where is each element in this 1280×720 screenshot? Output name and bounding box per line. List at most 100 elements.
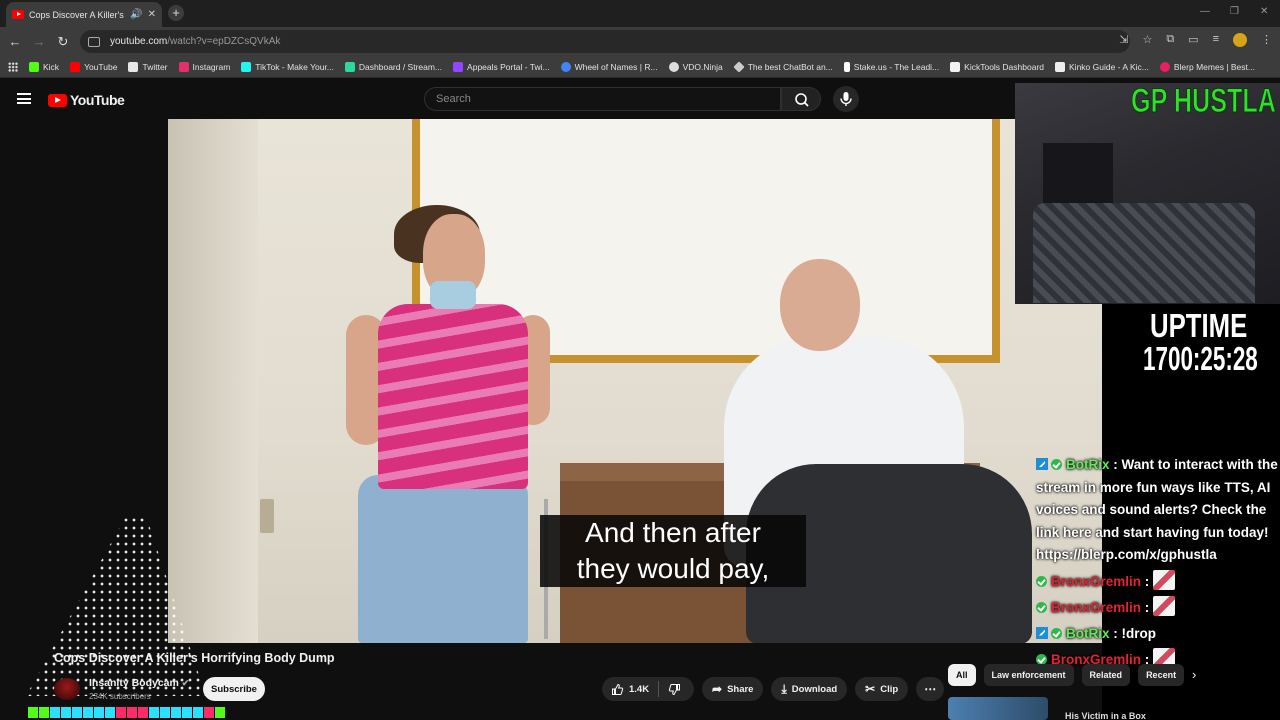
dashboard-icon <box>344 61 355 72</box>
bookmark-kick[interactable]: Kick <box>29 61 60 72</box>
url-path: /watch?v=epDZCsQVkAk <box>167 36 281 47</box>
video-player[interactable]: And then after they would pay, <box>168 119 1102 643</box>
strip-square <box>94 707 104 718</box>
chip-related[interactable]: Related <box>1081 664 1131 686</box>
verified-badge-icon <box>1036 602 1047 613</box>
bookmark-kicktools[interactable]: KickTools Dashboard <box>950 61 1045 72</box>
bookmarks-bar: Kick YouTube Twitter Instagram TikTok - … <box>0 56 1280 78</box>
voice-search-button[interactable] <box>833 86 859 112</box>
video-caption: And then after they would pay, <box>540 515 806 587</box>
media-controls-icon[interactable]: ≡ <box>1213 33 1219 47</box>
caption-line: they would pay, <box>576 553 770 584</box>
strip-square <box>50 707 60 718</box>
bookmark-youtube[interactable]: YouTube <box>70 61 117 72</box>
strip-square <box>138 707 148 718</box>
bookmark-label: Kick <box>43 61 60 72</box>
strip-square <box>204 707 214 718</box>
like-button[interactable]: 1.4K <box>602 677 658 701</box>
x-icon <box>128 61 139 72</box>
apps-grid-icon[interactable] <box>8 61 18 72</box>
bookmark-blerp[interactable]: Blerp Memes | Best... <box>1159 61 1255 72</box>
download-icon: ⤓ <box>781 681 787 696</box>
bookmark-twitter[interactable]: Twitter <box>128 61 168 72</box>
tiktok-icon <box>241 61 252 72</box>
related-filter-chips: All Law enforcement Related Recent <box>948 664 1185 686</box>
related-video-title[interactable]: His Victim in a Box <box>1065 711 1146 720</box>
maximize-icon[interactable]: ❐ <box>1230 6 1239 17</box>
bot-badge-icon <box>1036 458 1048 470</box>
webcam-scene-bed <box>1033 203 1255 303</box>
strip-square <box>215 707 225 718</box>
bookmark-instagram[interactable]: Instagram <box>178 61 230 72</box>
strip-square <box>182 707 192 718</box>
reload-icon[interactable]: ↻ <box>51 34 75 50</box>
strip-square <box>149 707 159 718</box>
bookmark-tiktok[interactable]: TikTok - Make Your... <box>241 61 334 72</box>
bookmark-label: VDO.Ninja <box>682 61 723 72</box>
chrome-menu-icon[interactable]: ⋮ <box>1261 33 1272 47</box>
related-video-thumbnail[interactable] <box>948 697 1048 720</box>
bookmark-stake[interactable]: Stake.us - The Leadi... <box>843 61 939 72</box>
new-tab-button[interactable]: + <box>168 5 184 21</box>
strip-square <box>105 707 115 718</box>
youtube-masthead: YouTube Search <box>0 79 1015 119</box>
vdo-ninja-icon <box>668 61 679 72</box>
install-app-icon[interactable]: ⇲ <box>1119 33 1128 47</box>
chevron-right-icon[interactable]: › <box>1192 667 1196 682</box>
bookmark-appeals[interactable]: Appeals Portal - Twi... <box>453 61 550 72</box>
search-button[interactable] <box>781 87 821 111</box>
guide-menu-icon[interactable] <box>17 93 31 104</box>
channel-avatar[interactable] <box>54 678 80 700</box>
bookmark-chatbot[interactable]: The best ChatBot an... <box>733 60 833 73</box>
minimize-icon[interactable]: — <box>1200 6 1210 17</box>
browser-tab-active[interactable]: Cops Discover A Killer's Horrifying Body… <box>6 2 162 27</box>
subscribe-button[interactable]: Subscribe <box>203 677 265 701</box>
more-actions-button[interactable]: ⋯ <box>916 677 945 701</box>
bookmark-kinko[interactable]: Kinko Guide - A Kic... <box>1055 61 1149 72</box>
bookmark-wheel[interactable]: Wheel of Names | R... <box>560 61 658 72</box>
channel-name[interactable]: Insanity Bodycam ✔ <box>89 677 189 689</box>
window-close-icon[interactable]: ✕ <box>1260 6 1268 17</box>
bookmark-dashboard[interactable]: Dashboard / Stream... <box>344 61 442 72</box>
tab-close-icon[interactable]: ✕ <box>148 9 156 20</box>
bookmark-label: The best ChatBot an... <box>747 61 833 72</box>
bookmark-label: Wheel of Names | R... <box>574 61 658 72</box>
extensions-icon[interactable]: ⧉ <box>1166 33 1174 47</box>
bookmark-vdo[interactable]: VDO.Ninja <box>668 61 723 72</box>
chat-username: BronxGremlin <box>1051 573 1142 589</box>
strip-square <box>116 707 126 718</box>
youtube-logo[interactable]: YouTube <box>48 92 125 108</box>
search-icon <box>795 93 809 107</box>
thumbs-down-icon <box>668 683 681 695</box>
toolbar-actions: ⇲ ☆ ⧉ ▭ ≡ ⋮ <box>1119 33 1272 47</box>
strip-square <box>61 707 71 718</box>
bookmark-label: Kinko Guide - A Kic... <box>1069 61 1149 72</box>
profile-avatar[interactable] <box>1233 33 1247 47</box>
strip-square <box>72 707 82 718</box>
share-button[interactable]: ➦ Share <box>702 677 764 701</box>
address-bar[interactable]: youtube.com/watch?v=epDZCsQVkAk <box>80 30 1130 53</box>
kick-icon <box>29 61 39 72</box>
youtube-logo-icon <box>48 93 67 107</box>
thumbs-up-icon <box>612 683 624 695</box>
forward-icon[interactable]: → <box>27 34 51 49</box>
chip-law-enforcement[interactable]: Law enforcement <box>983 664 1074 686</box>
video-scene-face-mask <box>430 281 476 309</box>
chat-message: BronxGremlin : <box>1036 569 1280 594</box>
chat-message: BotRix : Want to interact with the strea… <box>1036 457 1278 562</box>
cast-icon[interactable]: ▭ <box>1188 33 1198 47</box>
chat-text: !drop <box>1121 625 1157 641</box>
chip-all[interactable]: All <box>948 664 976 686</box>
verified-badge-icon <box>1036 575 1047 587</box>
download-button[interactable]: ⤓ Download <box>771 677 848 701</box>
bookmark-star-icon[interactable]: ☆ <box>1142 33 1152 47</box>
bookmark-label: KickTools Dashboard <box>964 61 1045 72</box>
site-info-icon[interactable] <box>88 36 100 47</box>
back-icon[interactable]: ← <box>3 34 27 49</box>
clip-button[interactable]: ✂ Clip <box>855 677 909 701</box>
scissors-icon: ✂ <box>865 682 876 696</box>
search-input[interactable]: Search <box>424 87 781 111</box>
chip-recent[interactable]: Recent <box>1138 664 1185 686</box>
dislike-button[interactable] <box>659 677 690 701</box>
speaker-icon[interactable]: 🔊 <box>130 9 142 20</box>
